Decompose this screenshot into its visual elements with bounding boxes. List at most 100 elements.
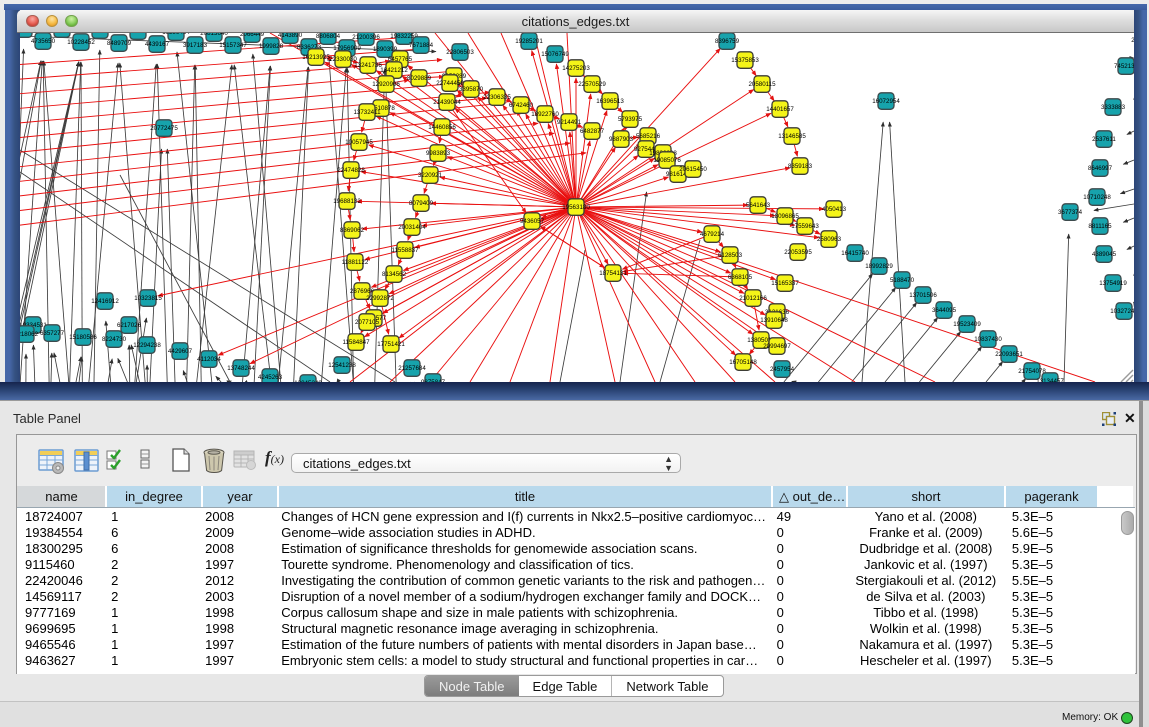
svg-text:19688132: 19688132 — [333, 198, 361, 205]
svg-text:22053595: 22053595 — [784, 249, 812, 256]
svg-text:3333883: 3333883 — [1101, 104, 1126, 111]
svg-text:13748244: 13748244 — [227, 365, 255, 372]
svg-text:4245263: 4245263 — [258, 374, 283, 381]
svg-text:3677374: 3677374 — [1058, 209, 1083, 216]
svg-text:5682115: 5682115 — [126, 33, 150, 35]
svg-text:16396513: 16396513 — [596, 98, 624, 105]
svg-text:4143890: 4143890 — [278, 33, 303, 39]
svg-text:22330030: 22330030 — [329, 56, 357, 63]
svg-text:1218062: 1218062 — [20, 331, 39, 338]
svg-text:4389045: 4389045 — [1092, 251, 1117, 258]
svg-text:6128503: 6128503 — [718, 252, 743, 259]
svg-text:16705148: 16705148 — [729, 359, 757, 366]
svg-text:19523409: 19523409 — [953, 321, 981, 328]
svg-text:8079409: 8079409 — [409, 200, 434, 207]
svg-text:6217026: 6217026 — [117, 322, 142, 329]
svg-text:18922760: 18922760 — [531, 111, 559, 118]
svg-text:10327246: 10327246 — [1110, 308, 1134, 315]
svg-text:19085076: 19085076 — [653, 157, 681, 164]
svg-text:14401657: 14401657 — [766, 106, 794, 113]
svg-text:17751421: 17751421 — [377, 341, 405, 348]
svg-text:15157347: 15157347 — [219, 42, 247, 49]
svg-text:5685216: 5685216 — [636, 133, 661, 140]
svg-text:8224730: 8224730 — [102, 336, 127, 343]
svg-text:11881122: 11881122 — [342, 259, 369, 266]
svg-text:22474828: 22474828 — [337, 167, 365, 174]
svg-text:15165337: 15165337 — [771, 280, 799, 287]
svg-text:14460856: 14460856 — [428, 124, 456, 131]
svg-text:3644095: 3644095 — [932, 307, 957, 314]
svg-text:10710248: 10710248 — [1083, 194, 1111, 201]
svg-text:21012166: 21012166 — [739, 295, 767, 302]
svg-text:8029889: 8029889 — [407, 75, 432, 82]
svg-text:8489709: 8489709 — [107, 40, 132, 47]
svg-text:20772475: 20772475 — [150, 125, 178, 132]
svg-text:22570529: 22570529 — [578, 81, 606, 88]
svg-text:8369062: 8369062 — [340, 227, 365, 234]
svg-text:2876966: 2876966 — [350, 288, 375, 295]
svg-text:8806804: 8806804 — [316, 33, 341, 40]
svg-text:13241736: 13241736 — [354, 62, 382, 69]
svg-text:8359183: 8359183 — [788, 163, 813, 170]
svg-text:6482877: 6482877 — [580, 128, 605, 135]
svg-text:10057945: 10057945 — [345, 139, 373, 146]
svg-text:12294238: 12294238 — [133, 342, 161, 349]
svg-text:13701506: 13701506 — [909, 292, 937, 299]
svg-text:5793975: 5793975 — [618, 116, 643, 123]
svg-text:7671884: 7671884 — [409, 42, 434, 49]
svg-text:22093651: 22093651 — [995, 351, 1023, 358]
svg-text:9983893: 9983893 — [426, 150, 451, 157]
svg-text:13754919: 13754919 — [1099, 280, 1127, 287]
svg-text:8396759: 8396759 — [715, 38, 740, 45]
svg-text:5641643: 5641643 — [746, 202, 771, 209]
svg-text:13732411: 13732411 — [353, 109, 381, 116]
svg-text:15375853: 15375853 — [731, 57, 759, 64]
svg-text:21439044: 21439044 — [433, 99, 461, 106]
svg-text:20813640: 20813640 — [200, 33, 228, 37]
svg-text:20615450: 20615450 — [679, 166, 707, 173]
svg-text:4112034: 4112034 — [197, 356, 221, 363]
svg-text:22306335: 22306335 — [483, 94, 511, 101]
svg-text:10837430: 10837430 — [974, 336, 1002, 343]
svg-text:8646997: 8646997 — [1088, 165, 1113, 172]
svg-text:8811165: 8811165 — [1088, 223, 1112, 230]
svg-text:13146585: 13146585 — [778, 133, 806, 140]
svg-text:20994697: 20994697 — [763, 343, 791, 350]
svg-text:18754131: 18754131 — [599, 270, 627, 277]
svg-text:7452134: 7452134 — [1114, 63, 1134, 70]
svg-text:4439167: 4439167 — [145, 41, 170, 48]
svg-text:12920906: 12920906 — [372, 81, 400, 88]
svg-text:6357277: 6357277 — [40, 330, 65, 337]
svg-text:22806503: 22806503 — [446, 49, 474, 56]
svg-text:19563180: 19563180 — [562, 204, 590, 211]
svg-text:15180586: 15180586 — [69, 334, 97, 341]
svg-text:2066449: 2066449 — [240, 33, 265, 38]
svg-text:9436057: 9436057 — [520, 218, 545, 225]
svg-text:12416912: 12416912 — [91, 298, 119, 305]
svg-text:18992829: 18992829 — [865, 263, 893, 270]
svg-text:5188470: 5188470 — [890, 277, 915, 284]
svg-text:19299464: 19299464 — [162, 33, 190, 36]
svg-text:20031404: 20031404 — [398, 224, 426, 231]
svg-text:16213925: 16213925 — [302, 54, 330, 61]
svg-text:16072954: 16072954 — [872, 98, 900, 105]
svg-text:20580115: 20580115 — [748, 81, 776, 88]
svg-text:18096865: 18096865 — [771, 213, 799, 220]
svg-text:21257684: 21257684 — [398, 365, 426, 372]
svg-text:6368105: 6368105 — [728, 274, 753, 281]
svg-text:9887903: 9887903 — [609, 136, 634, 143]
svg-text:2537611: 2537611 — [1092, 136, 1116, 143]
svg-text:9217207: 9217207 — [88, 33, 113, 34]
svg-text:3395870: 3395870 — [459, 86, 484, 93]
svg-text:20372723: 20372723 — [1131, 37, 1134, 44]
svg-text:11584847: 11584847 — [342, 339, 370, 346]
svg-text:2457954: 2457954 — [770, 366, 795, 373]
svg-text:3220921: 3220921 — [418, 172, 443, 179]
svg-text:4050413: 4050413 — [822, 206, 847, 213]
svg-text:6742460: 6742460 — [509, 102, 534, 109]
svg-text:3917183: 3917183 — [183, 42, 208, 49]
svg-text:14275203: 14275203 — [562, 65, 590, 72]
svg-text:22992872: 22992872 — [366, 295, 394, 302]
svg-text:21200396: 21200396 — [352, 34, 380, 41]
svg-text:15076749: 15076749 — [541, 51, 569, 58]
